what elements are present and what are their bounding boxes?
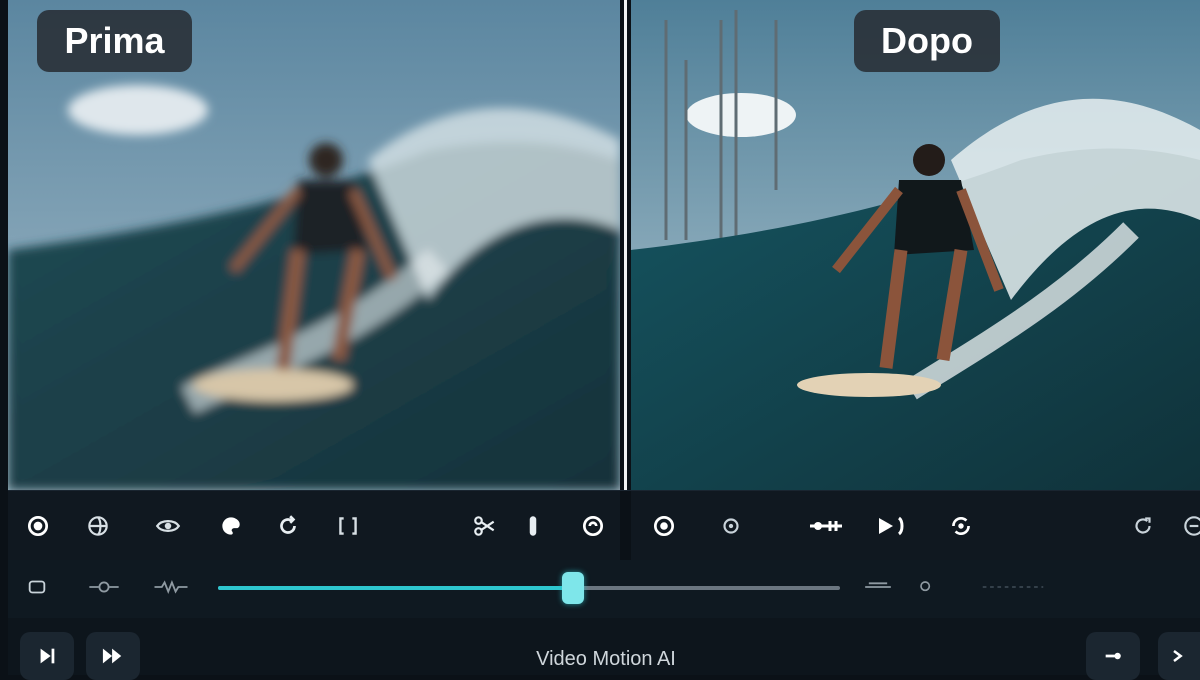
step-forward-button[interactable]	[20, 632, 74, 680]
fast-forward-button[interactable]	[86, 632, 140, 680]
timeline-row	[8, 560, 1200, 618]
ruler-icon	[978, 576, 1048, 602]
palette-icon[interactable]	[216, 511, 246, 541]
settings-icon[interactable]	[1179, 511, 1200, 541]
right-toolbar	[631, 491, 1200, 561]
eye-icon[interactable]	[153, 511, 183, 541]
toolbar-divider	[620, 491, 631, 561]
after-image	[631, 0, 1200, 490]
play-frame-icon[interactable]	[871, 511, 911, 541]
settings-icon[interactable]	[716, 511, 746, 541]
scissors-icon[interactable]	[470, 511, 500, 541]
rotate-icon[interactable]	[273, 511, 303, 541]
split-icon[interactable]	[806, 511, 846, 541]
marker-icon[interactable]	[861, 576, 895, 602]
timeline-progress	[218, 586, 573, 590]
record-icon[interactable]	[23, 511, 53, 541]
loop-icon[interactable]	[946, 511, 976, 541]
app-title: Video Motion AI	[536, 648, 676, 670]
after-label: Dopo	[854, 10, 1000, 72]
edit-toolbar	[8, 490, 1200, 561]
left-toolbar	[8, 491, 620, 561]
clip-icon[interactable]	[26, 576, 48, 602]
crop-icon[interactable]	[518, 511, 548, 541]
share-button[interactable]	[1086, 632, 1140, 680]
comparison-divider[interactable]	[620, 0, 631, 490]
audio-icon[interactable]	[86, 576, 122, 602]
timeline-track[interactable]	[218, 572, 840, 604]
more-button[interactable]	[1158, 632, 1200, 680]
comparison-view: Prima Dopo	[0, 0, 1200, 490]
waveform-icon[interactable]	[151, 576, 191, 602]
globe-icon[interactable]	[83, 511, 113, 541]
record-icon[interactable]	[649, 511, 679, 541]
refresh-icon[interactable]	[578, 511, 608, 541]
before-label: Prima	[37, 10, 192, 72]
zoom-icon[interactable]	[916, 576, 936, 602]
timeline-playhead[interactable]	[561, 572, 584, 604]
redo-icon[interactable]	[1128, 511, 1158, 541]
bottom-bar: Video Motion AI	[8, 618, 1200, 680]
bracket-icon[interactable]	[333, 511, 363, 541]
before-image	[8, 0, 620, 490]
